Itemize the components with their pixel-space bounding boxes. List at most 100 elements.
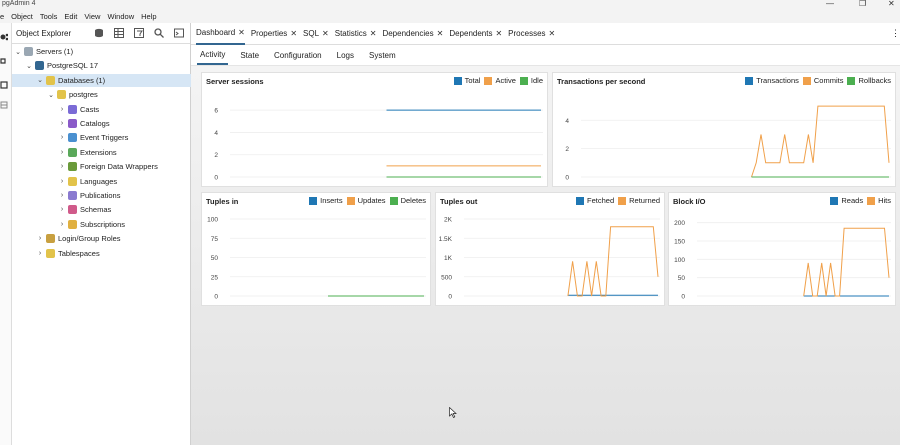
tree-node[interactable]: ⌄ postgres: [47, 88, 98, 101]
tree-node[interactable]: › Schemas: [58, 203, 111, 216]
chevron-right-icon[interactable]: ›: [58, 134, 66, 141]
chevron-down-icon[interactable]: ⌄: [14, 48, 22, 56]
tab-sql[interactable]: SQL ✕: [303, 23, 329, 45]
query-tool-icon[interactable]: [0, 57, 8, 65]
postgresql-server-icon: [35, 61, 44, 71]
y-tick-label: 4: [565, 118, 569, 125]
chevron-right-icon[interactable]: ›: [58, 178, 66, 185]
close-tab-icon[interactable]: ✕: [370, 29, 377, 38]
chevron-right-icon[interactable]: ›: [58, 192, 66, 199]
y-tick-label: 0: [681, 294, 685, 301]
terminal-icon[interactable]: [173, 27, 184, 38]
tree-node[interactable]: › Event Triggers: [58, 131, 128, 144]
dashboard-content: Server sessions Total Active Idle 0 2 4 6 Trans…: [191, 66, 900, 445]
menu-window[interactable]: Window: [107, 12, 134, 21]
minimize-icon[interactable]: —: [826, 0, 834, 8]
tab-label: Properties: [250, 29, 288, 38]
extensions-icon: [68, 147, 77, 157]
database-icon: [57, 90, 66, 100]
close-tab-icon[interactable]: ✕: [495, 29, 502, 38]
close-tab-icon[interactable]: ✕: [322, 29, 329, 38]
subtab-configuration[interactable]: Configuration: [271, 47, 325, 64]
menu-view[interactable]: View: [84, 12, 100, 21]
database-tool-icon[interactable]: [93, 27, 104, 38]
tree-node-label: Databases (1): [58, 75, 106, 85]
chevron-right-icon[interactable]: ›: [58, 120, 66, 127]
erd-tool-icon[interactable]: [0, 101, 8, 109]
tree-node[interactable]: › Extensions: [58, 146, 117, 159]
chevron-right-icon[interactable]: ›: [36, 250, 44, 257]
tree-node-label: postgres: [69, 90, 98, 100]
tab-label: SQL: [303, 29, 320, 38]
object-explorer-title: Object Explorer: [16, 28, 72, 38]
chevron-right-icon[interactable]: ›: [58, 106, 66, 113]
dashboard-subtab-bar: Activity State Configuration Logs System: [191, 45, 900, 66]
tree-node[interactable]: › Languages: [58, 175, 117, 188]
chevron-down-icon[interactable]: ⌄: [36, 76, 44, 84]
subtab-logs[interactable]: Logs: [334, 47, 357, 64]
y-tick-label: 150: [674, 239, 685, 246]
tab-properties[interactable]: Properties ✕: [251, 23, 297, 45]
chevron-down-icon[interactable]: ⌄: [25, 62, 33, 70]
maximize-icon[interactable]: ❐: [859, 0, 866, 8]
y-tick-label: 1K: [444, 255, 453, 262]
subtab-system[interactable]: System: [366, 47, 399, 64]
chevron-right-icon[interactable]: ›: [36, 235, 44, 242]
subtab-state[interactable]: State: [237, 47, 262, 64]
close-tab-icon[interactable]: ✕: [290, 29, 297, 38]
filter-rows-icon[interactable]: [133, 27, 144, 38]
tree-node[interactable]: › Publications: [58, 189, 120, 202]
menu-file[interactable]: e: [0, 12, 4, 21]
tree-node[interactable]: ⌄ Databases (1): [12, 73, 191, 87]
chevron-down-icon[interactable]: ⌄: [47, 91, 55, 99]
menu-tools[interactable]: Tools: [40, 12, 58, 21]
close-tab-icon[interactable]: ✕: [437, 29, 444, 38]
close-tab-icon[interactable]: ✕: [549, 29, 556, 38]
tree-node-label: Catalogs: [80, 119, 110, 128]
schemas-icon: [68, 205, 77, 215]
close-tab-icon[interactable]: ✕: [238, 28, 245, 37]
subtab-activity[interactable]: Activity: [197, 46, 229, 65]
tab-dependencies[interactable]: Dependencies ✕: [382, 23, 443, 45]
object-explorer-icon[interactable]: [0, 33, 8, 41]
tuples-in-panel: Tuples in Inserts Updates Deletes 0 25 50 75 100: [201, 192, 431, 306]
y-tick-label: 50: [678, 275, 686, 282]
tab-statistics[interactable]: Statistics ✕: [335, 23, 377, 45]
chevron-right-icon[interactable]: ›: [58, 163, 66, 170]
series-line-returned: [567, 226, 659, 297]
tree-node[interactable]: › Casts: [58, 103, 99, 116]
tree-node-label: Subscriptions: [80, 219, 126, 229]
y-tick-label: 0: [448, 294, 452, 301]
menu-help[interactable]: Help: [141, 12, 156, 21]
menu-object[interactable]: Object: [11, 12, 33, 21]
chevron-right-icon[interactable]: ›: [58, 221, 66, 228]
tree-node[interactable]: › Foreign Data Wrappers: [58, 160, 158, 173]
menu-bar: e Object Tools Edit View Window Help: [0, 10, 900, 23]
close-icon[interactable]: ✕: [888, 0, 895, 8]
tree-node[interactable]: › Subscriptions: [58, 218, 125, 231]
y-tick-label: 0: [214, 294, 218, 301]
tree-node[interactable]: › Login/Group Roles: [36, 232, 121, 245]
more-options-icon[interactable]: ⋮: [891, 28, 900, 39]
chevron-right-icon[interactable]: ›: [58, 206, 66, 213]
tree-node[interactable]: › Tablespaces: [36, 247, 100, 260]
tab-processes[interactable]: Processes ✕: [508, 23, 555, 45]
psql-tool-icon[interactable]: [0, 81, 8, 89]
tab-dashboard[interactable]: Dashboard ✕: [196, 23, 245, 45]
table-view-icon[interactable]: [113, 27, 124, 38]
tab-label: Processes: [508, 29, 546, 38]
chevron-right-icon[interactable]: ›: [58, 149, 66, 156]
main-area: Dashboard ✕ Properties ✕ SQL ✕ Statistics ✕ Depe…: [191, 23, 900, 445]
menu-edit[interactable]: Edit: [64, 12, 77, 21]
chart-plot: 0 2 4: [565, 105, 891, 182]
y-tick-label: 0: [214, 175, 218, 182]
y-tick-label: 6: [214, 108, 218, 115]
tree-node-label: Foreign Data Wrappers: [80, 162, 158, 172]
tree-node[interactable]: › Catalogs: [58, 117, 110, 130]
tree-node-label: Servers (1): [36, 47, 74, 56]
tree-node[interactable]: ⌄ PostgreSQL 17: [25, 59, 98, 72]
tree-node[interactable]: ⌄ Servers (1): [14, 45, 73, 58]
search-icon[interactable]: [153, 27, 164, 38]
window-title: pgAdmin 4: [2, 0, 36, 7]
tab-dependents[interactable]: Dependents ✕: [449, 23, 502, 45]
